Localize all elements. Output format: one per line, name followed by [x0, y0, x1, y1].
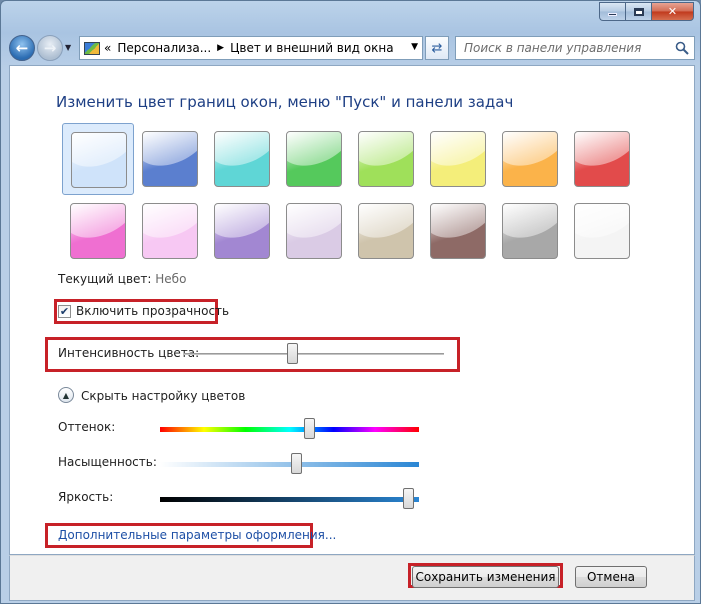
- color-swatch-sky[interactable]: [62, 123, 134, 195]
- minimize-icon: [608, 13, 617, 16]
- color-swatch-fill: [430, 131, 486, 187]
- advanced-appearance-link[interactable]: Дополнительные параметры оформления...: [58, 528, 336, 542]
- maximize-button[interactable]: [625, 2, 651, 21]
- chevron-down-icon: ▼: [65, 43, 72, 52]
- intensity-label: Интенсивность цвета:: [58, 346, 200, 360]
- saturation-gradient-track[interactable]: [160, 462, 419, 467]
- minimize-button[interactable]: [599, 2, 625, 21]
- color-swatch-frost[interactable]: [566, 195, 638, 267]
- cancel-button[interactable]: Отмена: [575, 566, 647, 588]
- transparency-option[interactable]: ✔ Включить прозрачность: [58, 304, 229, 318]
- search-placeholder: Поиск в панели управления: [464, 41, 642, 55]
- color-swatch-fill: [286, 203, 342, 259]
- color-swatch-leaf[interactable]: [278, 123, 350, 195]
- address-overflow[interactable]: «: [104, 41, 111, 55]
- color-swatch-blush[interactable]: [134, 195, 206, 267]
- arrow-left-icon: ←: [15, 39, 29, 57]
- color-swatch-fill: [142, 131, 198, 187]
- color-swatch-violet[interactable]: [206, 195, 278, 267]
- current-color-label: Текущий цвет:: [58, 272, 152, 286]
- saturation-slider-thumb[interactable]: [291, 453, 303, 474]
- color-swatch-twilight[interactable]: [134, 123, 206, 195]
- navigation-bar: ← → ▼ « Персонализа... ▶ Цвет и внешний …: [9, 34, 695, 62]
- hide-color-mixer-button[interactable]: ▲: [58, 387, 74, 403]
- search-icon[interactable]: [675, 41, 689, 55]
- window: ✕ ← → ▼ « Персонализа... ▶ Цвет и внешни…: [0, 0, 701, 604]
- color-swatch-fill: [70, 203, 126, 259]
- close-button[interactable]: ✕: [651, 2, 694, 21]
- color-swatch-slate[interactable]: [494, 195, 566, 267]
- intensity-track[interactable]: [184, 353, 444, 355]
- current-color-value: Небо: [155, 272, 187, 286]
- content-pane: Изменить цвет границ окон, меню "Пуск" и…: [9, 65, 695, 555]
- breadcrumb-window-color[interactable]: Цвет и внешний вид окна: [230, 41, 394, 55]
- arrow-right-icon: →: [43, 39, 57, 57]
- transparency-label: Включить прозрачность: [76, 304, 230, 318]
- color-swatch-fuchsia[interactable]: [62, 195, 134, 267]
- transparency-checkbox[interactable]: ✔: [58, 304, 71, 318]
- color-swatch-pumpkin[interactable]: [494, 123, 566, 195]
- address-bar[interactable]: « Персонализа... ▶ Цвет и внешний вид ок…: [79, 36, 423, 60]
- color-swatch-chocolate[interactable]: [422, 195, 494, 267]
- current-color: Текущий цвет: Небо: [58, 272, 186, 286]
- color-swatch-sun[interactable]: [422, 123, 494, 195]
- close-icon: ✕: [667, 5, 678, 18]
- chevron-up-icon: ▲: [62, 390, 70, 400]
- brightness-label: Яркость:: [58, 490, 114, 504]
- back-button[interactable]: ←: [9, 35, 35, 61]
- color-swatch-fill: [214, 131, 270, 187]
- color-swatch-fill: [502, 131, 558, 187]
- forward-button[interactable]: →: [37, 35, 63, 61]
- address-dropdown-icon[interactable]: ▼: [411, 42, 418, 52]
- maximize-icon: [633, 7, 644, 16]
- checkmark-icon: ✔: [59, 304, 70, 318]
- intensity-slider-thumb[interactable]: [287, 343, 299, 364]
- recent-pages-dropdown[interactable]: ▼: [65, 43, 71, 52]
- hue-gradient-track[interactable]: [160, 427, 419, 432]
- color-swatch-fill: [574, 203, 630, 259]
- color-swatch-lavender[interactable]: [278, 195, 350, 267]
- page-title: Изменить цвет границ окон, меню "Пуск" и…: [56, 93, 514, 111]
- color-swatch-ruby[interactable]: [566, 123, 638, 195]
- color-swatch-lime[interactable]: [350, 123, 422, 195]
- color-swatch-taupe[interactable]: [350, 195, 422, 267]
- refresh-icon: ⇄: [431, 40, 443, 56]
- footer-bar: Сохранить изменения Отмена: [9, 555, 695, 601]
- color-swatch-fill: [430, 203, 486, 259]
- color-swatch-fill: [502, 203, 558, 259]
- breadcrumb-personalization[interactable]: Персонализа...: [117, 41, 211, 55]
- saturation-label: Насыщенность:: [58, 455, 157, 469]
- refresh-button[interactable]: ⇄: [425, 36, 449, 60]
- color-swatch-sea[interactable]: [206, 123, 278, 195]
- color-swatch-fill: [574, 131, 630, 187]
- hide-color-mixer-label[interactable]: Скрыть настройку цветов: [81, 389, 245, 403]
- brightness-slider-thumb[interactable]: [402, 488, 414, 509]
- color-swatch-fill: [358, 203, 414, 259]
- control-panel-icon: [84, 41, 100, 55]
- save-changes-button[interactable]: Сохранить изменения: [412, 566, 559, 588]
- breadcrumb-separator-icon[interactable]: ▶: [217, 43, 224, 53]
- color-swatch-fill: [142, 203, 198, 259]
- color-swatch-fill: [214, 203, 270, 259]
- brightness-gradient-track[interactable]: [160, 497, 419, 502]
- caption-buttons: ✕: [599, 2, 694, 21]
- hue-label: Оттенок:: [58, 420, 116, 434]
- hue-slider-thumb[interactable]: [304, 418, 316, 439]
- color-swatch-fill: [286, 131, 342, 187]
- color-swatch-fill: [71, 132, 127, 188]
- color-swatch-fill: [358, 131, 414, 187]
- search-input[interactable]: Поиск в панели управления: [455, 36, 695, 60]
